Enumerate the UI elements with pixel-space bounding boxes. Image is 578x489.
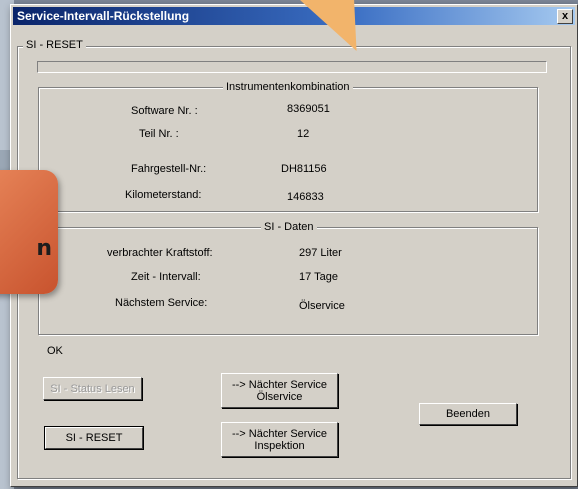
- si-reset-group-label: SI - RESET: [23, 39, 86, 51]
- kilometerstand-value: 146833: [287, 191, 324, 203]
- fahrgestell-nr-label: Fahrgestell-Nr.:: [131, 163, 207, 175]
- progress-bar: [37, 61, 547, 73]
- kraftstoff-value: 297 Liter: [299, 247, 342, 259]
- zeit-intervall-value: 17 Tage: [299, 271, 338, 283]
- si-daten-group-label: SI - Daten: [261, 221, 317, 233]
- callout-box: n: [0, 170, 58, 294]
- beenden-button[interactable]: Beenden: [419, 403, 517, 425]
- teil-nr-value: 12: [297, 128, 310, 140]
- software-nr-label: Software Nr. :: [131, 105, 198, 117]
- si-daten-group: [38, 227, 538, 335]
- si-reset-label: SI - RESET: [65, 432, 123, 444]
- si-reset-button[interactable]: SI - RESET: [44, 426, 144, 450]
- kilometerstand-label: Kilometerstand:: [125, 189, 202, 201]
- zeit-intervall-label: Zeit - Intervall:: [131, 271, 201, 283]
- next-service-oil-line1: --> Nächter Service: [231, 378, 328, 391]
- next-service-inspection-line2: Inspektion: [254, 439, 305, 452]
- naechster-service-value: Ölservice: [299, 300, 345, 312]
- next-service-inspection-button[interactable]: --> Nächter Service Inspektion: [221, 422, 338, 457]
- callout-text: n: [36, 236, 52, 261]
- kraftstoff-label: verbrachter Kraftstoff:: [107, 247, 213, 259]
- status-text: OK: [47, 345, 63, 357]
- next-service-oil-line2: Ölservice: [256, 390, 303, 403]
- naechster-service-label: Nächstem Service:: [115, 297, 208, 309]
- instrument-group-label: Instrumentenkombination: [223, 81, 353, 93]
- beenden-label: Beenden: [445, 408, 491, 420]
- window-title: Service-Intervall-Rückstellung: [17, 9, 190, 23]
- teil-nr-label: Teil Nr. :: [139, 128, 179, 140]
- title-bar: Service-Intervall-Rückstellung x: [13, 7, 575, 25]
- close-button[interactable]: x: [557, 9, 573, 24]
- software-nr-value: 8369051: [287, 103, 330, 115]
- si-status-lesen-button[interactable]: SI - Status Lesen: [43, 377, 142, 400]
- next-service-inspection-line1: --> Nächter Service: [231, 427, 328, 440]
- next-service-oil-button[interactable]: --> Nächter Service Ölservice: [221, 373, 338, 408]
- service-interval-dialog: Service-Intervall-Rückstellung x SI - RE…: [10, 4, 578, 487]
- si-status-lesen-label: SI - Status Lesen: [50, 382, 135, 395]
- fahrgestell-nr-value: DH81156: [281, 163, 327, 175]
